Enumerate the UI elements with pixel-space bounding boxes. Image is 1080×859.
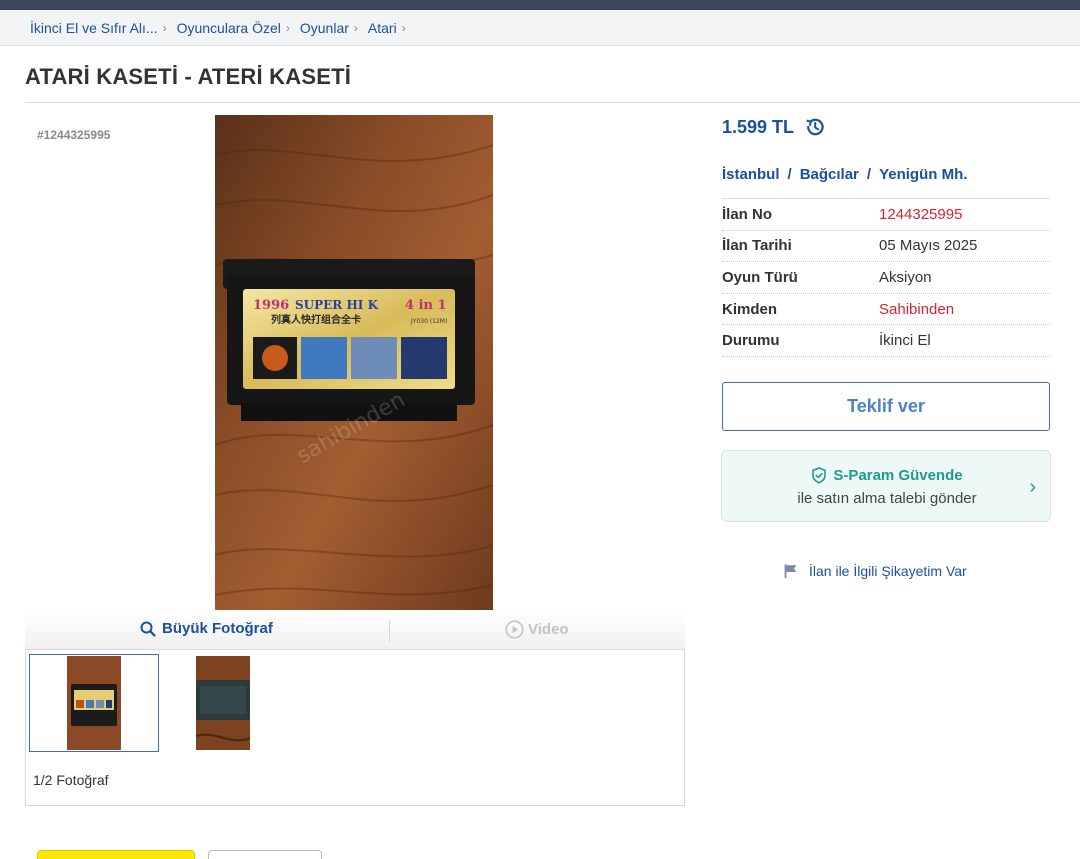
- cartridge-year: 1996: [253, 298, 289, 313]
- listing-id: #1244325995: [37, 128, 111, 142]
- location-separator: /: [787, 166, 792, 183]
- main-photo[interactable]: 1996 SUPER HI K 4 in 1 列真人快打组合全卡 JY030 (…: [215, 115, 493, 610]
- video-button[interactable]: Video: [505, 620, 569, 639]
- detail-label: Oyun Türü: [722, 268, 798, 286]
- thumbnail-1[interactable]: [29, 654, 159, 752]
- cartridge-subtitle: 列真人快打组合全卡: [271, 313, 361, 326]
- breadcrumb-item-gamers[interactable]: Oyunculara Özel ›: [177, 20, 290, 36]
- location: İstanbul / Bağcılar / Yenigün Mh.: [722, 166, 967, 183]
- location-city[interactable]: İstanbul: [722, 166, 780, 183]
- report-listing-label[interactable]: İlan ile İlgili Şikayetim Var: [809, 563, 967, 579]
- chevron-right-icon: ›: [285, 20, 290, 35]
- detail-row-condition: Durumu İkinci El: [722, 325, 1050, 357]
- thumbnail-2[interactable]: [196, 656, 250, 750]
- cartridge-brand: SUPER HI K: [295, 298, 379, 312]
- detail-value: 1244325995: [879, 205, 963, 223]
- video-label[interactable]: Video: [528, 621, 569, 638]
- photo-toolbar: Büyük Fotoğraf Video: [25, 610, 685, 650]
- detail-row-listing-date: İlan Tarihi 05 Mayıs 2025: [722, 231, 1050, 263]
- cartridge-count: 4 in 1: [405, 298, 447, 313]
- primary-action-button[interactable]: [37, 850, 195, 859]
- location-district[interactable]: Bağcılar: [800, 166, 859, 183]
- sparam-title: S-Param Güvende: [833, 467, 963, 484]
- detail-row-from: Kimden Sahibinden: [722, 294, 1050, 326]
- shield-check-icon: [812, 467, 827, 484]
- breadcrumb-label[interactable]: Oyunlar: [300, 20, 349, 36]
- history-icon[interactable]: [804, 116, 826, 138]
- sparam-subtitle: ile satın alma talebi gönder: [797, 490, 977, 507]
- chevron-right-icon: ›: [353, 20, 358, 35]
- flag-icon: [784, 564, 797, 578]
- breadcrumb-item-games[interactable]: Oyunlar ›: [300, 20, 358, 36]
- sparam-purchase-card[interactable]: S-Param Güvende ile satın alma talebi gö…: [721, 450, 1051, 522]
- breadcrumb-item-atari[interactable]: Atari ›: [368, 20, 406, 36]
- detail-row-game-type: Oyun Türü Aksiyon: [722, 262, 1050, 294]
- cartridge-model: JY030 (12M): [410, 318, 447, 325]
- big-photo-button[interactable]: Büyük Fotoğraf: [140, 620, 273, 637]
- chevron-right-icon: ›: [401, 20, 406, 35]
- thumbnail-image: [67, 656, 121, 750]
- detail-value: 05 Mayıs 2025: [879, 237, 978, 255]
- page-title: ATARİ KASETİ - ATERİ KASETİ: [25, 64, 352, 89]
- breadcrumb-item-category[interactable]: İkinci El ve Sıfır Alı... ›: [30, 20, 167, 36]
- breadcrumb-label[interactable]: Atari: [368, 20, 397, 36]
- breadcrumb-label[interactable]: Oyunculara Özel: [177, 20, 281, 36]
- location-neighborhood[interactable]: Yenigün Mh.: [879, 166, 967, 183]
- detail-value: Aksiyon: [879, 268, 932, 286]
- detail-value: İkinci El: [879, 332, 931, 350]
- thumbnail-panel: 1/2 Fotoğraf: [25, 650, 685, 806]
- price: 1.599 TL: [722, 116, 795, 137]
- sparam-title-row: S-Param Güvende: [722, 467, 1052, 484]
- chevron-right-icon: ›: [1029, 476, 1036, 498]
- cartridge-photo: 1996 SUPER HI K 4 in 1 列真人快打组合全卡 JY030 (…: [215, 115, 493, 610]
- breadcrumb: İkinci El ve Sıfır Alı... › Oyunculara Öz…: [0, 10, 1080, 46]
- play-circle-icon: [505, 620, 524, 639]
- report-listing-link[interactable]: İlan ile İlgili Şikayetim Var: [783, 563, 967, 579]
- detail-label: Durumu: [722, 332, 780, 350]
- thumbnail-image: [196, 656, 250, 750]
- details-table: İlan No 1244325995 İlan Tarihi 05 Mayıs …: [722, 198, 1050, 357]
- detail-label: Kimden: [722, 300, 778, 318]
- make-offer-button[interactable]: Teklif ver: [722, 382, 1050, 431]
- detail-row-listing-no: İlan No 1244325995: [722, 199, 1050, 231]
- divider: [25, 102, 1080, 103]
- big-photo-label[interactable]: Büyük Fotoğraf: [162, 620, 273, 637]
- chevron-right-icon: ›: [162, 20, 167, 35]
- search-icon: [140, 621, 156, 637]
- divider: [389, 620, 390, 642]
- photo-count: 1/2 Fotoğraf: [33, 772, 109, 788]
- detail-label: İlan Tarihi: [722, 237, 792, 255]
- detail-value: Sahibinden: [879, 300, 955, 318]
- breadcrumb-label[interactable]: İkinci El ve Sıfır Alı...: [30, 20, 158, 36]
- detail-label: İlan No: [722, 205, 773, 223]
- top-bar: [0, 0, 1080, 10]
- location-separator: /: [866, 166, 872, 183]
- price-row: 1.599 TL: [722, 116, 826, 138]
- secondary-action-button[interactable]: [208, 850, 322, 859]
